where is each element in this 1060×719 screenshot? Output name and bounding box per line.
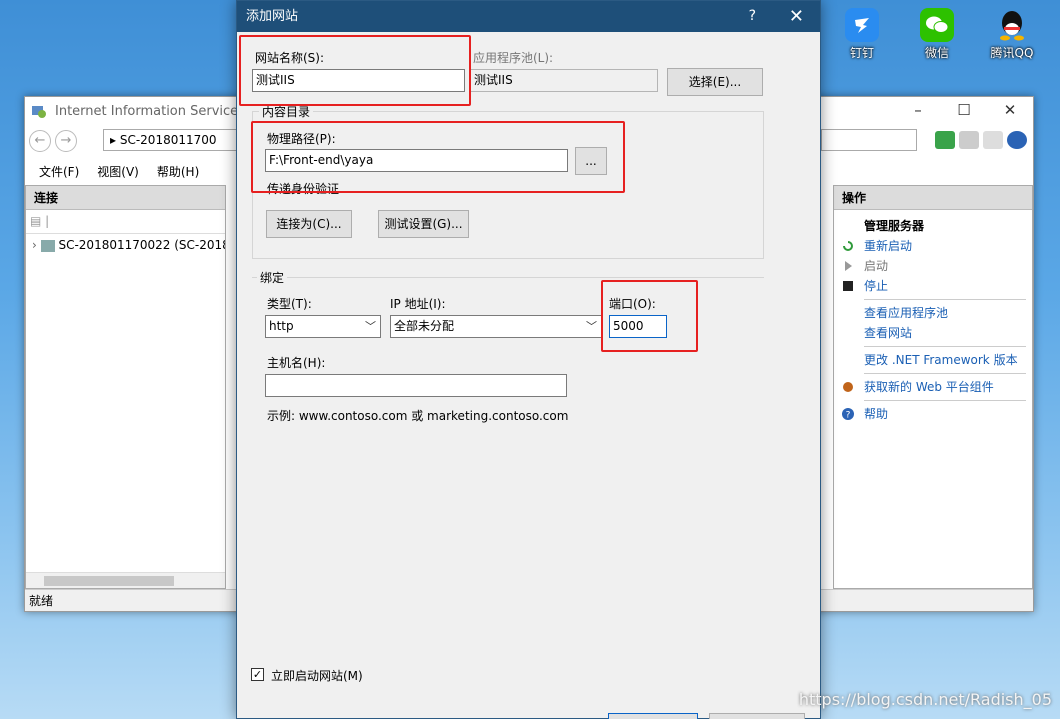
dingtalk-icon xyxy=(845,8,879,42)
app-pool-label: 应用程序池(L): xyxy=(473,51,554,65)
actions-header: 操作 xyxy=(834,186,1032,210)
restart-icon xyxy=(843,241,853,251)
dialog-title-bar: 添加网站 ? ✕ xyxy=(237,1,820,32)
scrollbar-thumb[interactable] xyxy=(44,576,174,586)
server-icon xyxy=(40,239,55,252)
action-view-app-pools[interactable]: 查看应用程序池 xyxy=(834,303,1032,323)
action-stop[interactable]: 停止 xyxy=(834,276,1032,296)
connections-pane: 连接 ▤ | › SC-201801170022 (SC-2018 xyxy=(25,185,226,589)
browse-button[interactable]: ... xyxy=(575,147,607,175)
tree-item-label: SC-201801170022 (SC-2018 xyxy=(58,238,225,252)
hostname-example: 示例: www.contoso.com 或 marketing.contoso.… xyxy=(267,409,569,423)
wechat-icon xyxy=(920,8,954,42)
separator xyxy=(864,299,1026,300)
site-name-label: 网站名称(S): xyxy=(255,51,325,65)
desktop-icon-label: 钉钉 xyxy=(849,46,874,60)
desktop-icon-qq[interactable]: 腾讯QQ xyxy=(982,8,1042,61)
content-directory-label: 内容目录 xyxy=(259,103,314,120)
watermark: https://blog.csdn.net/Radish_05 xyxy=(798,690,1052,709)
address-path[interactable]: ▸ SC-2018011700 xyxy=(103,129,253,151)
window-controls: – ☐ ✕ xyxy=(895,97,1033,125)
hostname-input[interactable] xyxy=(265,374,567,397)
port-label: 端口(O): xyxy=(609,297,656,311)
stop-icon xyxy=(843,281,853,291)
chevron-down-icon: ﹀ xyxy=(365,320,376,333)
action-manage-server: 管理服务器 xyxy=(864,219,925,233)
test-settings-button[interactable]: 测试设置(G)... xyxy=(378,210,469,238)
status-text: 就绪 xyxy=(29,594,54,608)
menu-view[interactable]: 视图(V) xyxy=(97,163,139,180)
physical-path-input[interactable]: F:\Front-end\yaya xyxy=(265,149,568,172)
address-tools xyxy=(935,131,1027,149)
expand-icon[interactable]: › xyxy=(32,238,37,252)
start-now-label: 立即启动网站(M) xyxy=(271,669,363,683)
select-app-pool-button[interactable]: 选择(E)... xyxy=(667,68,763,96)
help-button[interactable]: ? xyxy=(749,1,756,32)
action-change-net-version[interactable]: 更改 .NET Framework 版本 xyxy=(834,350,1032,370)
port-input[interactable]: 5000 xyxy=(609,315,667,338)
ip-address-label: IP 地址(I): xyxy=(390,297,446,311)
separator xyxy=(864,346,1026,347)
svg-text:?: ? xyxy=(846,411,851,421)
menu-help[interactable]: 帮助(H) xyxy=(157,163,199,180)
connections-header: 连接 xyxy=(26,186,225,210)
iis-app-icon xyxy=(32,106,46,118)
maximize-icon[interactable]: ☐ xyxy=(941,97,987,125)
desktop-icon-label: 腾讯QQ xyxy=(990,46,1034,60)
ip-address-value: 全部未分配 xyxy=(394,319,455,333)
dialog-title: 添加网站 xyxy=(246,9,299,24)
physical-path-label: 物理路径(P): xyxy=(267,132,336,146)
site-name-input[interactable]: 测试IIS xyxy=(252,69,465,92)
ok-button[interactable] xyxy=(608,713,698,719)
desktop-icon-dingtalk[interactable]: 钉钉 xyxy=(832,8,892,61)
refresh-icon[interactable] xyxy=(935,131,955,149)
minimize-icon[interactable]: – xyxy=(895,97,941,125)
type-select[interactable]: http ﹀ xyxy=(265,315,381,338)
menu-file[interactable]: 文件(F) xyxy=(39,163,79,180)
address-filler[interactable] xyxy=(821,129,917,151)
separator xyxy=(864,373,1026,374)
ip-address-select[interactable]: 全部未分配 ﹀ xyxy=(390,315,602,338)
separator xyxy=(864,400,1026,401)
cancel-button[interactable] xyxy=(709,713,805,719)
start-now-checkbox[interactable]: ✓ xyxy=(251,668,264,681)
app-pool-input: 测试IIS xyxy=(470,69,658,92)
close-button[interactable]: ✕ xyxy=(789,1,804,32)
close-icon[interactable]: ✕ xyxy=(987,97,1033,125)
action-help[interactable]: ? 帮助 xyxy=(834,404,1032,424)
forward-icon[interactable]: → xyxy=(55,130,77,152)
action-restart[interactable]: 重新启动 xyxy=(834,236,1032,256)
passthrough-auth-label: 传递身份验证 xyxy=(267,182,340,196)
connections-toolbar: ▤ | xyxy=(26,210,225,234)
help-icon[interactable] xyxy=(1007,131,1027,149)
start-icon xyxy=(845,261,852,271)
desktop-icon-label: 微信 xyxy=(924,46,949,60)
desktop-icon-wechat[interactable]: 微信 xyxy=(907,8,967,61)
add-website-dialog: 添加网站 ? ✕ 网站名称(S): 测试IIS 应用程序池(L): 测试IIS … xyxy=(236,0,821,719)
horizontal-scrollbar[interactable] xyxy=(26,572,225,588)
tree-item-server[interactable]: › SC-201801170022 (SC-2018 xyxy=(26,234,225,256)
type-label: 类型(T): xyxy=(267,297,312,311)
action-start[interactable]: 启动 xyxy=(834,256,1032,276)
address-text: SC-2018011700 xyxy=(119,133,217,147)
type-value: http xyxy=(269,319,294,333)
web-platform-icon xyxy=(843,382,853,392)
help-icon: ? xyxy=(842,408,854,420)
iis-window-title: Internet Information Services (II xyxy=(55,103,262,119)
home-icon[interactable] xyxy=(983,131,1003,149)
qq-icon xyxy=(995,8,1029,42)
action-view-sites[interactable]: 查看网站 xyxy=(834,323,1032,343)
stop-icon[interactable] xyxy=(959,131,979,149)
connect-as-button[interactable]: 连接为(C)... xyxy=(266,210,352,238)
hostname-label: 主机名(H): xyxy=(267,356,326,370)
connect-icon[interactable]: ▤ xyxy=(30,214,41,228)
binding-label: 绑定 xyxy=(257,269,288,286)
actions-pane: 操作 管理服务器 重新启动 启动 停止 查看应用程序池 查看网站 更改 .NET… xyxy=(833,185,1033,589)
chevron-down-icon: ﹀ xyxy=(586,320,597,333)
action-get-web-platform[interactable]: 获取新的 Web 平台组件 xyxy=(834,377,1032,397)
back-icon[interactable]: ← xyxy=(29,130,51,152)
